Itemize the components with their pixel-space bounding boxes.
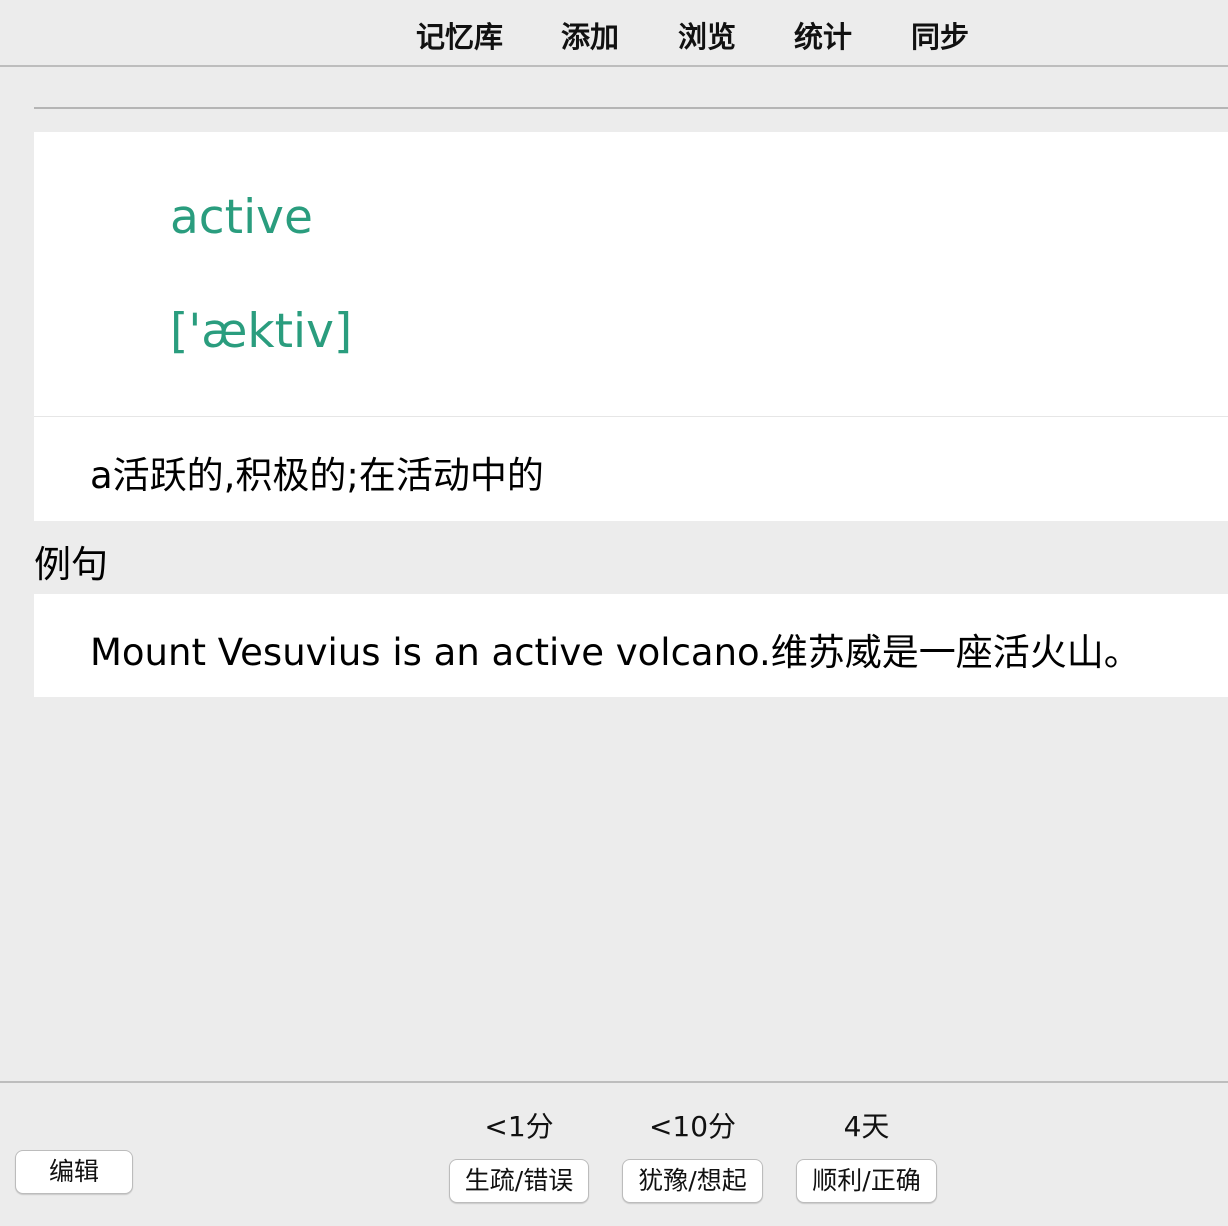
answer-bar: 编辑 <1分 生疏/错误 <10分 犹豫/想起 4天 顺利/正确 bbox=[0, 1081, 1228, 1226]
card-phonetic: ['æktiv] bbox=[170, 304, 353, 359]
edit-button[interactable]: 编辑 bbox=[15, 1150, 133, 1194]
example-heading: 例句 bbox=[34, 543, 108, 586]
nav-stats[interactable]: 统计 bbox=[794, 14, 852, 56]
nav-sync[interactable]: 同步 bbox=[911, 14, 969, 56]
top-nav: 记忆库 添加 浏览 统计 同步 bbox=[0, 0, 1228, 67]
card-top-divider bbox=[34, 107, 1228, 109]
definition-panel: a活跃的,积极的;在活动中的 bbox=[34, 417, 1228, 521]
interval-again: <1分 bbox=[484, 1110, 554, 1143]
example-panel: Mount Vesuvius is an active volcano.维苏威是… bbox=[34, 594, 1228, 697]
nav-decks[interactable]: 记忆库 bbox=[416, 14, 503, 56]
card-front: active ['æktiv] bbox=[34, 132, 1228, 416]
card-definition: a活跃的,积极的;在活动中的 bbox=[90, 454, 544, 497]
answer-hard-button[interactable]: 犹豫/想起 bbox=[622, 1159, 763, 1203]
card-word: active bbox=[170, 190, 313, 245]
nav-browse[interactable]: 浏览 bbox=[678, 14, 736, 56]
example-sentence: Mount Vesuvius is an active volcano.维苏威是… bbox=[90, 631, 1141, 674]
answer-again-button[interactable]: 生疏/错误 bbox=[449, 1159, 589, 1203]
interval-good: 4天 bbox=[843, 1110, 890, 1143]
nav-add[interactable]: 添加 bbox=[561, 14, 619, 56]
answer-good-button[interactable]: 顺利/正确 bbox=[796, 1159, 937, 1203]
review-screen: 记忆库 添加 浏览 统计 同步 active ['æktiv] a活跃的,积极的… bbox=[0, 0, 1228, 1226]
interval-hard: <10分 bbox=[648, 1110, 737, 1143]
